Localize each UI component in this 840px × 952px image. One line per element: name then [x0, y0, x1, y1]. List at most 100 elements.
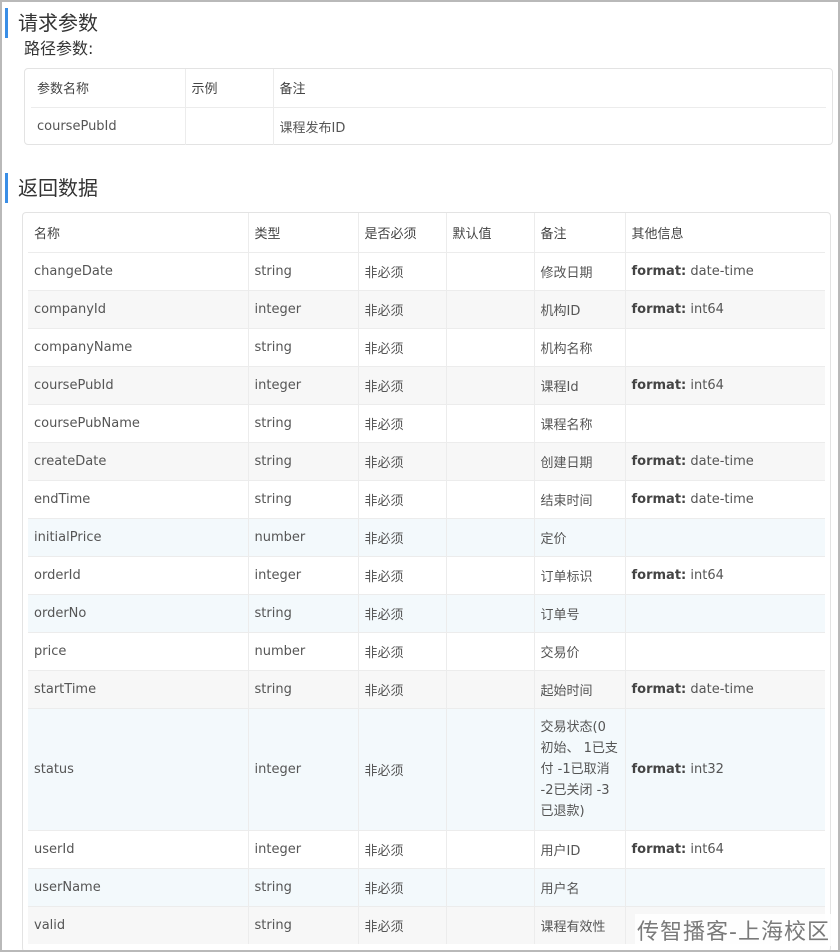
field-other-info-cell	[625, 868, 825, 907]
field-default-cell	[446, 404, 535, 443]
header-remark: 备注	[534, 213, 626, 253]
field-other-info-cell	[625, 518, 825, 557]
format-value: date-time	[690, 491, 754, 507]
response-data-title: 返回数据	[5, 173, 98, 203]
field-type-cell: string	[248, 480, 359, 519]
field-remark-cell: 修改日期	[534, 252, 626, 291]
field-name-cell: createDate	[28, 442, 249, 481]
field-other-info-cell: format: date-time	[625, 480, 825, 519]
format-value: int64	[690, 841, 724, 857]
field-name-cell: endTime	[28, 480, 249, 519]
field-required-cell: 非必须	[358, 442, 447, 481]
format-value: int64	[690, 377, 724, 393]
header-param-name: 参数名称	[31, 69, 186, 108]
field-required-cell: 非必须	[358, 480, 447, 519]
field-remark-cell: 订单标识	[534, 556, 626, 595]
table-row: initialPrice number 非必须 定价	[28, 518, 825, 557]
field-required-cell: 非必须	[358, 868, 447, 907]
table-row: userName string 非必须 用户名	[28, 868, 825, 907]
field-remark-cell: 结束时间	[534, 480, 626, 519]
field-other-info-cell	[625, 404, 825, 443]
field-other-info-cell: format: int32	[625, 708, 825, 831]
field-remark-cell: 交易价	[534, 632, 626, 671]
field-type-cell: string	[248, 442, 359, 481]
field-name-cell: orderId	[28, 556, 249, 595]
field-other-info-cell: format: int64	[625, 830, 825, 869]
format-value: int32	[690, 761, 724, 777]
field-type-cell: string	[248, 670, 359, 709]
field-remark-cell: 用户名	[534, 868, 626, 907]
field-name-cell: coursePubName	[28, 404, 249, 443]
field-required-cell: 非必须	[358, 556, 447, 595]
table-row: companyName string 非必须 机构名称	[28, 328, 825, 367]
table-row: companyId integer 非必须 机构ID format: int64	[28, 290, 825, 329]
table-row: userId integer 非必须 用户ID format: int64	[28, 830, 825, 869]
table-row: orderId integer 非必须 订单标识 format: int64	[28, 556, 825, 595]
field-name-cell: changeDate	[28, 252, 249, 291]
field-other-info-cell: format: date-time	[625, 670, 825, 709]
field-default-cell	[446, 252, 535, 291]
field-remark-cell: 订单号	[534, 594, 626, 633]
field-type-cell: string	[248, 404, 359, 443]
field-name-cell: coursePubId	[28, 366, 249, 405]
field-default-cell	[446, 830, 535, 869]
field-type-cell: string	[248, 252, 359, 291]
field-type-cell: integer	[248, 366, 359, 405]
format-label: format:	[631, 567, 687, 583]
field-other-info-cell: format: int64	[625, 366, 825, 405]
header-other-info: 其他信息	[625, 213, 825, 253]
field-other-info-cell	[625, 594, 825, 633]
format-label: format:	[631, 453, 687, 469]
format-label: format:	[631, 681, 687, 697]
field-default-cell	[446, 556, 535, 595]
header-default: 默认值	[446, 213, 535, 253]
field-other-info-cell: format: int64	[625, 556, 825, 595]
field-other-info-cell	[625, 632, 825, 671]
field-type-cell: string	[248, 328, 359, 367]
format-value: date-time	[690, 681, 754, 697]
header-type: 类型	[248, 213, 359, 253]
field-required-cell: 非必须	[358, 632, 447, 671]
table-row: coursePubName string 非必须 课程名称	[28, 404, 825, 443]
table-row: price number 非必须 交易价	[28, 632, 825, 671]
field-required-cell: 非必须	[358, 906, 447, 944]
header-example: 示例	[185, 69, 274, 108]
field-default-cell	[446, 868, 535, 907]
header-name: 名称	[28, 213, 249, 253]
field-type-cell: number	[248, 632, 359, 671]
table-row: startTime string 非必须 起始时间 format: date-time	[28, 670, 825, 709]
field-default-cell	[446, 518, 535, 557]
field-remark-cell: 课程有效性	[534, 906, 626, 944]
format-label: format:	[631, 377, 687, 393]
field-default-cell	[446, 708, 535, 831]
param-remark-cell: 课程发布ID	[279, 120, 346, 136]
table-row: changeDate string 非必须 修改日期 format: date-time	[28, 252, 825, 291]
field-name-cell: initialPrice	[28, 518, 249, 557]
field-type-cell: string	[248, 868, 359, 907]
field-type-cell: integer	[248, 830, 359, 869]
field-other-info-cell: format: date-time	[625, 442, 825, 481]
field-default-cell	[446, 906, 535, 944]
field-remark-cell: 交易状态(0初始、 1已支付 -1已取消 -2已关闭 -3已退款)	[534, 708, 626, 831]
field-required-cell: 非必须	[358, 404, 447, 443]
field-default-cell	[446, 594, 535, 633]
field-type-cell: integer	[248, 290, 359, 329]
field-remark-cell: 定价	[534, 518, 626, 557]
field-type-cell: integer	[248, 708, 359, 831]
field-required-cell: 非必须	[358, 594, 447, 633]
field-default-cell	[446, 366, 535, 405]
request-params-table: 参数名称 示例 备注 coursePubId 课程发布ID	[24, 68, 833, 145]
field-remark-cell: 用户ID	[534, 830, 626, 869]
table-row: orderNo string 非必须 订单号	[28, 594, 825, 633]
field-type-cell: string	[248, 594, 359, 633]
response-data-title-text: 返回数据	[18, 176, 98, 200]
format-value: int64	[690, 567, 724, 583]
field-default-cell	[446, 328, 535, 367]
field-other-info-cell	[625, 328, 825, 367]
table-row: coursePubId 课程发布ID	[31, 107, 826, 145]
table-row: endTime string 非必须 结束时间 format: date-time	[28, 480, 825, 519]
field-name-cell: companyName	[28, 328, 249, 367]
request-params-title: 请求参数	[5, 8, 98, 38]
field-other-info-cell: format: date-time	[625, 252, 825, 291]
field-required-cell: 非必须	[358, 252, 447, 291]
